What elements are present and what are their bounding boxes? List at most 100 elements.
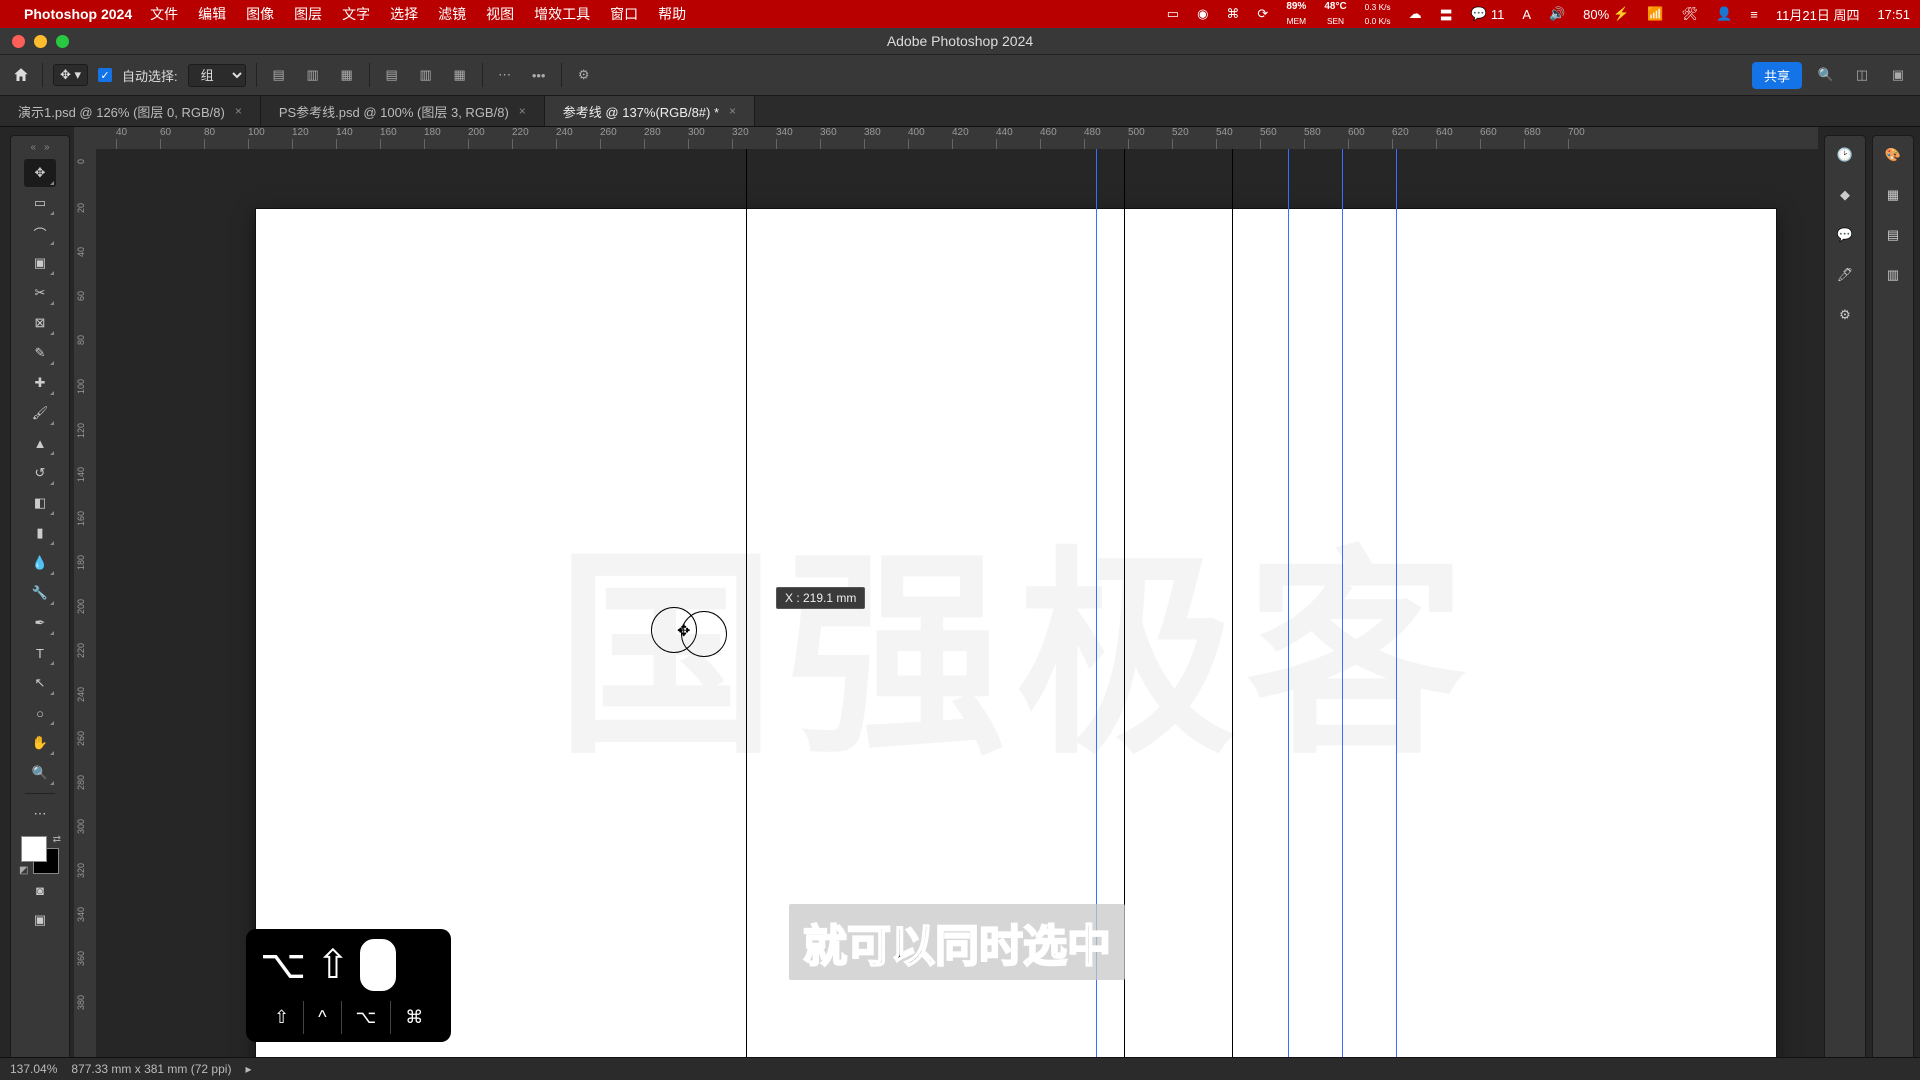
swap-colors-icon[interactable]: ⇄	[53, 834, 61, 845]
align-top-icon[interactable]: ▤	[380, 63, 404, 87]
menubar-user-icon[interactable]: 👤	[1716, 6, 1732, 22]
align-center-v-icon[interactable]: ▥	[414, 63, 438, 87]
tools-handle[interactable]: «»	[30, 142, 49, 153]
screen-mode-tool[interactable]: ▣	[24, 906, 56, 934]
menu-select[interactable]: 选择	[390, 4, 418, 24]
close-tab-icon[interactable]: ×	[729, 104, 736, 118]
menubar-date[interactable]: 11月21日 周四	[1776, 5, 1860, 24]
menubar-wechat[interactable]: 💬 11	[1471, 6, 1505, 22]
window-minimize-button[interactable]	[34, 35, 47, 48]
menubar-wifi-icon[interactable]: 📶	[1647, 6, 1663, 22]
home-button[interactable]	[10, 64, 32, 86]
menubar-sync-icon[interactable]: ⟳	[1257, 6, 1268, 22]
menu-plugins[interactable]: 增效工具	[534, 4, 590, 24]
move-tool-indicator[interactable]: ✥ ▾	[53, 64, 88, 86]
status-arrow-icon[interactable]: ▸	[245, 1062, 251, 1076]
align-left-icon[interactable]: ▤	[267, 63, 291, 87]
frame-tool[interactable]: ⊠	[24, 309, 56, 337]
ruler-origin[interactable]	[74, 127, 97, 150]
crop-tool[interactable]: ✂	[24, 279, 56, 307]
status-zoom[interactable]: 137.04%	[10, 1062, 57, 1076]
healing-tool[interactable]: ✚	[24, 369, 56, 397]
quick-mask-tool[interactable]: ◙	[24, 876, 56, 904]
menubar-control-center-icon[interactable]: ≡	[1750, 7, 1758, 22]
status-dims[interactable]: 877.33 mm x 381 mm (72 ppi)	[71, 1062, 231, 1076]
guide-line[interactable]	[1288, 149, 1289, 1080]
gradient-tool[interactable]: ▮	[24, 519, 56, 547]
align-right-icon[interactable]: ▦	[335, 63, 359, 87]
menu-image[interactable]: 图像	[246, 4, 274, 24]
app-name[interactable]: Photoshop 2024	[24, 6, 132, 22]
menu-filter[interactable]: 滤镜	[438, 4, 466, 24]
menubar-cloud-icon[interactable]: ☁	[1409, 6, 1422, 22]
edit-toolbar[interactable]: ⋯	[24, 800, 56, 828]
history-panel-icon[interactable]: 🕑	[1834, 144, 1856, 166]
comments-panel-icon[interactable]: 💬	[1834, 224, 1856, 246]
marquee-tool[interactable]: ▭	[24, 189, 56, 217]
object-select-tool[interactable]: ▣	[24, 249, 56, 277]
menubar-battery[interactable]: 80% ⚡	[1583, 6, 1629, 22]
viewport[interactable]: 国强极客 ✥ X : 219.1 mm ⌥ ⇧	[96, 149, 1818, 1080]
menubar-time[interactable]: 17:51	[1877, 7, 1910, 22]
pen-tool[interactable]: ✒	[24, 609, 56, 637]
shape-tool[interactable]: ○	[24, 699, 56, 727]
menubar-input-icon[interactable]: A	[1522, 7, 1531, 22]
guide-line[interactable]	[1232, 149, 1233, 1080]
brush-settings-panel-icon[interactable]: 🖊	[1834, 264, 1856, 286]
close-tab-icon[interactable]: ×	[519, 104, 526, 118]
doc-tab-0[interactable]: 演示1.psd @ 126% (图层 0, RGB/8)×	[0, 96, 261, 126]
blur-tool[interactable]: 💧	[24, 549, 56, 577]
menubar-tool-icon[interactable]: 🛠	[1682, 6, 1699, 22]
eraser-tool[interactable]: ◧	[24, 489, 56, 517]
eyedropper-tool[interactable]: ✎	[24, 339, 56, 367]
guide-line[interactable]	[1396, 149, 1397, 1080]
window-close-button[interactable]	[12, 35, 25, 48]
foreground-color-swatch[interactable]	[21, 836, 47, 862]
adjust-panel-icon[interactable]: ⚙	[1834, 304, 1856, 326]
menubar-screen-icon[interactable]: ▭	[1167, 6, 1179, 22]
path-select-tool[interactable]: ↖	[24, 669, 56, 697]
menubar-align-icon[interactable]: 〓	[1440, 5, 1453, 24]
menu-file[interactable]: 文件	[150, 4, 178, 24]
panel-toggle-icon[interactable]: ▣	[1886, 63, 1910, 87]
ruler-horizontal[interactable]: 4060801001201401601802002202402602803003…	[96, 127, 1818, 150]
zoom-tool[interactable]: 🔍	[24, 759, 56, 787]
channels-panel-icon[interactable]: ▥	[1882, 264, 1904, 286]
ruler-vertical[interactable]: 0204060801001201401601802002202402602803…	[74, 149, 97, 1080]
history-brush-tool[interactable]: ↺	[24, 459, 56, 487]
color-swatches[interactable]: ⇄ ◩	[21, 836, 59, 874]
search-icon[interactable]: 🔍	[1814, 63, 1838, 87]
align-bottom-icon[interactable]: ▦	[448, 63, 472, 87]
stamp-tool[interactable]: ▲	[24, 429, 56, 457]
workspace-icon[interactable]: ◫	[1850, 63, 1874, 87]
layers-panel-icon[interactable]: ▤	[1882, 224, 1904, 246]
move-tool[interactable]: ✥	[24, 159, 56, 187]
brush-tool[interactable]: 🖌	[24, 399, 56, 427]
menu-window[interactable]: 窗口	[610, 4, 638, 24]
auto-select-checkbox[interactable]: ✓	[98, 68, 112, 82]
lasso-tool[interactable]: ⌒	[24, 219, 56, 247]
menu-edit[interactable]: 编辑	[198, 4, 226, 24]
menu-type[interactable]: 文字	[342, 4, 370, 24]
menubar-record-icon[interactable]: ◉	[1197, 6, 1208, 22]
close-tab-icon[interactable]: ×	[235, 104, 242, 118]
dodge-tool[interactable]: 🔧	[24, 579, 56, 607]
share-button[interactable]: 共享	[1752, 62, 1802, 89]
gear-icon[interactable]: ⚙	[572, 63, 596, 87]
menu-view[interactable]: 视图	[486, 4, 514, 24]
auto-select-dropdown[interactable]: 组	[188, 64, 246, 87]
distribute-icon[interactable]: ⋯	[493, 63, 517, 87]
guide-line[interactable]	[746, 149, 747, 1080]
properties-panel-icon[interactable]: ◆	[1834, 184, 1856, 206]
menu-help[interactable]: 帮助	[658, 4, 686, 24]
menubar-sound-icon[interactable]: 🔊	[1549, 6, 1565, 22]
menu-layer[interactable]: 图层	[294, 4, 322, 24]
doc-tab-2[interactable]: 参考线 @ 137%(RGB/8#) *×	[545, 96, 755, 126]
reset-colors-icon[interactable]: ◩	[19, 865, 28, 876]
more-options-icon[interactable]: •••	[527, 63, 551, 87]
guide-line[interactable]	[1342, 149, 1343, 1080]
align-center-h-icon[interactable]: ▥	[301, 63, 325, 87]
swatches-panel-icon[interactable]: ▦	[1882, 184, 1904, 206]
window-maximize-button[interactable]	[56, 35, 69, 48]
doc-tab-1[interactable]: PS参考线.psd @ 100% (图层 3, RGB/8)×	[261, 96, 545, 126]
